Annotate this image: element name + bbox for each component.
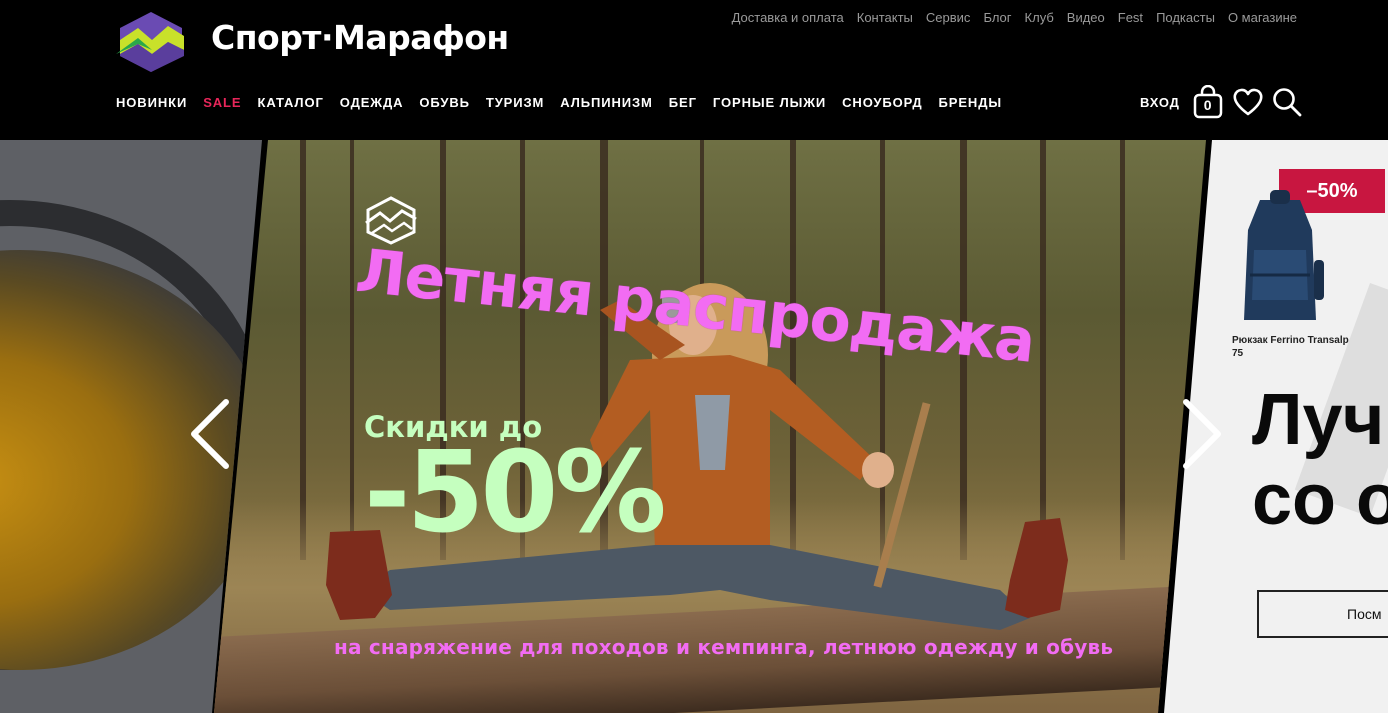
promo-footer: на снаряжение для походов и кемпинга, ле… [334,635,1114,659]
nav-alpinism[interactable]: АЛЬПИНИЗМ [560,95,653,110]
nav-clothing[interactable]: ОДЕЖДА [340,95,404,110]
nav-new[interactable]: НОВИНКИ [116,95,187,110]
nav-running[interactable]: БЕГ [669,95,697,110]
login-link[interactable]: ВХОД [1140,95,1180,110]
top-link-contacts[interactable]: Контакты [857,10,913,25]
top-link-podcasts[interactable]: Подкасты [1156,10,1215,25]
headline-line: со о [1252,460,1388,540]
prev-slide-arrow-icon[interactable] [184,396,236,472]
next-slide-arrow-icon[interactable] [1176,396,1228,472]
cart-count: 0 [1203,97,1212,113]
cart-button[interactable]: 0 [1193,85,1223,119]
top-link-fest[interactable]: Fest [1118,10,1143,25]
header-actions: ВХОД 0 [1140,84,1302,120]
backpack-image [1244,190,1324,320]
top-link-about[interactable]: О магазине [1228,10,1297,25]
next-slide-headline: Луч со о [1252,380,1388,540]
top-link-delivery[interactable]: Доставка и оплата [732,10,844,25]
headline-line: Луч [1252,380,1385,460]
view-button[interactable]: Посм [1257,590,1388,638]
tree-trunk [1120,140,1125,560]
brand-name[interactable]: Спорт·Марафон [211,18,509,57]
nav-brands[interactable]: БРЕНДЫ [939,95,1002,110]
site-header: Спорт·Марафон Доставка и оплата Контакты… [0,0,1388,140]
nav-skiing[interactable]: ГОРНЫЕ ЛЫЖИ [713,95,826,110]
nav-tourism[interactable]: ТУРИЗМ [486,95,544,110]
top-link-video[interactable]: Видео [1067,10,1105,25]
promo-discount: -50% [364,428,667,558]
top-links: Доставка и оплата Контакты Сервис Блог К… [732,10,1297,25]
search-icon[interactable] [1272,87,1302,117]
product-caption: Рюкзак Ferrino Transalp 75 [1232,335,1349,359]
nav-catalog[interactable]: КАТАЛОГ [257,95,323,110]
hero-slider: Летняя распродажа Скидки до -50% на снар… [0,140,1388,713]
top-link-blog[interactable]: Блог [983,10,1011,25]
heart-icon[interactable] [1232,87,1264,117]
top-link-service[interactable]: Сервис [926,10,971,25]
logo-icon[interactable] [116,10,186,74]
nav-sale[interactable]: SALE [203,95,241,110]
top-link-club[interactable]: Клуб [1025,10,1054,25]
nav-snowboard[interactable]: СНОУБОРД [842,95,922,110]
main-nav: НОВИНКИ SALE КАТАЛОГ ОДЕЖДА ОБУВЬ ТУРИЗМ… [116,95,1002,110]
nav-shoes[interactable]: ОБУВЬ [419,95,469,110]
